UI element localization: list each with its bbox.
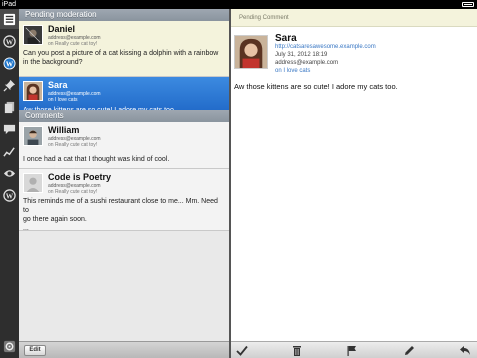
speech-bubble-icon[interactable] [0,119,19,139]
comment-text-line: This reminds me of a sushi restaurant cl… [23,198,218,214]
avatar [23,126,43,146]
settings-gear-icon[interactable] [0,336,19,356]
edit-button[interactable]: Edit [24,345,46,356]
approve-check-icon[interactable] [236,345,248,356]
comment-author: Code is Poetry [48,172,112,182]
reply-icon[interactable] [459,345,471,356]
detail-toolbar [231,341,477,358]
detail-date: July 31, 2012 18:19 [275,52,328,58]
section-header-comments: Comments [19,110,229,122]
detail-email: address@example.com [275,60,339,66]
comment-author: Daniel [48,24,76,34]
comment-text: Can you post a picture of a cat kissing … [23,49,223,67]
avatar [23,25,43,45]
flag-spam-icon[interactable] [346,345,358,356]
comment-row-code-is-poetry[interactable]: Code is Poetry address@example.com on Re… [19,169,229,233]
svg-text:W: W [6,37,14,46]
detail-avatar [234,35,268,69]
comments-list-icon[interactable] [0,9,19,29]
avatar [23,81,43,101]
comment-text-line: I once had a cat that I thought was kind… [23,156,170,163]
avatar [23,173,43,193]
comment-row-daniel[interactable]: Daniel address@example.com on Really cut… [19,21,229,77]
wordpress-logo-icon[interactable]: W [0,31,19,51]
comment-post: on Really cute cat toy! [48,41,98,47]
svg-text:W: W [6,191,14,200]
detail-header: Pending Comment [231,9,477,27]
comment-text-line: in the background? [23,59,83,66]
comment-post: on I love cats [48,97,78,103]
comment-text: I once had a cat that I thought was kind… [23,155,223,164]
status-bar: iPad [0,0,477,9]
comment-post: on Really cute cat toy! [48,189,98,195]
detail-author: Sara [275,33,297,44]
comments-list-panel: Pending moderation Daniel address@exampl… [19,9,229,358]
comment-text-line: go there again soon. [23,216,87,223]
detail-author-url[interactable]: http://catsaresawesome.example.com [275,44,376,50]
trash-icon[interactable] [291,345,303,356]
carrier-label: iPad [2,1,17,8]
wordpress-logo-icon[interactable]: W [0,185,19,205]
comment-author: William [48,125,80,135]
list-toolbar: Edit [19,341,229,358]
section-header-pending: Pending moderation [19,9,229,21]
wordpress-logo-icon[interactable]: W [0,53,19,73]
svg-text:W: W [6,59,14,68]
comment-text-line: ... [23,225,29,232]
detail-post-link[interactable]: on I love cats [275,68,310,74]
navigation-rail: W W W [0,9,19,358]
comment-row-william[interactable]: William address@example.com on Really cu… [19,122,229,169]
comment-text-line: Can you post a picture of a cat kissing … [23,50,219,57]
eye-icon[interactable] [0,163,19,183]
stats-icon[interactable] [0,141,19,161]
battery-icon [462,2,474,7]
edit-pencil-icon[interactable] [403,345,415,356]
pages-icon[interactable] [0,97,19,117]
comment-detail-panel: Pending Comment Sara http://catsaresawes… [231,9,477,358]
comment-post: on Really cute cat toy! [48,142,98,148]
detail-comment-body: Aw those kittens are so cute! I adore my… [234,82,398,91]
comment-author: Sara [48,80,68,90]
pin-icon[interactable] [0,75,19,95]
comment-text: This reminds me of a sushi restaurant cl… [23,197,223,233]
